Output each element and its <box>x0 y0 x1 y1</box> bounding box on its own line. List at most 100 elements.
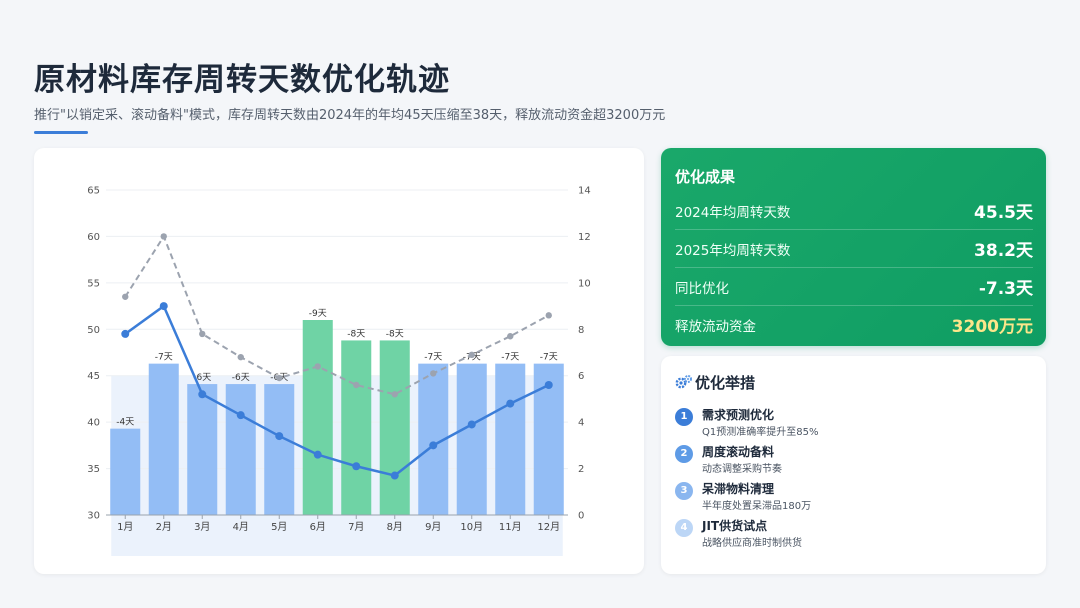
bar-data-label: -4天 <box>116 418 134 428</box>
y-right-tick-label: 2 <box>578 464 584 475</box>
series-point-dashed <box>160 233 167 240</box>
bar <box>302 320 333 515</box>
action-desc: Q1预测准确率提升至85% <box>702 427 819 438</box>
y-right-tick-label: 6 <box>578 371 584 382</box>
series-point-dashed <box>314 363 321 370</box>
bar-data-label: -7天 <box>540 353 558 363</box>
series-point-solid <box>467 420 476 429</box>
series-point-dashed <box>237 353 244 361</box>
y-left-tick-label: 60 <box>87 232 100 243</box>
bar-data-label: -8天 <box>347 329 365 339</box>
x-tick-label: 5月 <box>271 521 287 533</box>
y-left-tick-label: 40 <box>87 418 100 429</box>
x-tick-label: 3月 <box>194 521 210 533</box>
x-tick-label: 8月 <box>387 521 403 533</box>
bar-data-label: -6天 <box>232 373 250 383</box>
bar <box>225 384 256 515</box>
series-point-dashed <box>430 370 437 377</box>
result-row: 释放流动资金 3200万元 <box>675 305 1033 343</box>
result-label: 2025年均周转天数 <box>675 243 791 259</box>
action-name: 需求预测优化 <box>702 408 775 422</box>
series-point-solid <box>544 381 553 389</box>
result-value: 38.2天 <box>974 241 1033 261</box>
result-value: 3200万元 <box>951 317 1033 337</box>
action-item: 3 呆滞物料清理 半年度处置呆滞品180万 <box>675 480 1035 514</box>
series-point-solid <box>352 462 361 471</box>
bar <box>110 428 141 515</box>
result-row: 2024年均周转天数 45.5天 <box>675 191 1033 230</box>
series-point-solid <box>313 450 322 459</box>
bar <box>341 340 372 515</box>
series-point-solid <box>275 432 284 441</box>
y-right-tick-label: 14 <box>578 186 591 197</box>
actions-title: 优化举措 <box>675 372 755 393</box>
y-right-tick-label: 10 <box>578 278 591 289</box>
page-title: 原材料库存周转天数优化轨迹 <box>34 62 450 98</box>
bar <box>187 384 218 515</box>
series-point-solid <box>121 329 130 338</box>
bar-data-label: -7天 <box>424 353 442 363</box>
gear-icon <box>675 375 692 389</box>
result-value: -7.3天 <box>978 279 1033 299</box>
action-number: 4 <box>675 519 693 537</box>
action-name: 呆滞物料清理 <box>702 482 775 496</box>
result-row: 同比优化 -7.3天 <box>675 267 1033 306</box>
series-point-dashed <box>276 374 283 382</box>
bar <box>379 340 410 515</box>
action-desc: 战略供应商准时制供货 <box>702 538 802 549</box>
series-point-dashed <box>545 312 552 319</box>
action-item: 4 JIT供货试点 战略供应商准时制供货 <box>675 517 1035 551</box>
action-desc: 半年度处置呆滞品180万 <box>702 501 812 512</box>
series-point-dashed <box>122 293 129 300</box>
action-desc: 动态调整采购节奏 <box>702 464 782 475</box>
bar <box>456 363 487 515</box>
x-tick-label: 10月 <box>460 521 483 533</box>
page-subtitle: 推行"以销定采、滚动备料"模式，库存周转天数由2024年的年均45天压缩至38天… <box>34 108 666 123</box>
y-right-tick-label: 8 <box>578 325 584 336</box>
y-left-tick-label: 65 <box>87 186 100 197</box>
title-underline <box>34 131 88 134</box>
results-card: 优化成果 2024年均周转天数 45.5天 2025年均周转天数 38.2天 同… <box>661 148 1046 346</box>
bar <box>264 384 295 515</box>
bar-data-label: -9天 <box>309 309 327 319</box>
actions-title-text: 优化举措 <box>695 374 756 392</box>
y-right-tick-label: 0 <box>578 511 584 522</box>
action-item: 2 周度滚动备料 动态调整采购节奏 <box>675 443 1035 477</box>
bar-data-label: -7天 <box>155 353 173 363</box>
x-tick-label: 1月 <box>117 521 133 533</box>
result-label: 同比优化 <box>675 281 729 297</box>
bar <box>495 363 526 515</box>
x-tick-label: 11月 <box>499 521 522 533</box>
series-point-solid <box>390 471 399 480</box>
action-item: 1 需求预测优化 Q1预测准确率提升至85% <box>675 406 1035 440</box>
bar-data-label: -7天 <box>501 353 519 363</box>
y-left-tick-label: 35 <box>87 464 100 475</box>
action-number: 3 <box>675 482 693 500</box>
x-tick-label: 12月 <box>537 521 560 533</box>
results-title: 优化成果 <box>675 168 736 186</box>
x-tick-label: 4月 <box>233 521 249 533</box>
x-tick-label: 7月 <box>348 521 364 533</box>
x-tick-label: 9月 <box>425 521 441 533</box>
action-name: JIT供货试点 <box>702 519 768 533</box>
bar-data-label: -8天 <box>386 329 404 339</box>
action-name: 周度滚动备料 <box>702 445 775 459</box>
series-point-dashed <box>199 330 206 338</box>
y-right-tick-label: 4 <box>578 418 584 429</box>
series-point-dashed <box>353 381 360 389</box>
y-left-tick-label: 55 <box>87 278 100 289</box>
result-value: 45.5天 <box>974 203 1033 223</box>
y-left-tick-label: 50 <box>87 325 100 336</box>
x-tick-label: 6月 <box>310 521 326 533</box>
y-right-tick-label: 12 <box>578 232 591 243</box>
y-left-tick-label: 30 <box>87 511 100 522</box>
series-point-dashed <box>391 391 398 398</box>
action-number: 1 <box>675 408 693 426</box>
chart-card: 30 35 40 45 50 55 60 65 0 2 4 6 8 10 12 14 -4天 -7天 -6天 -6天 -… <box>34 148 644 574</box>
series-point-dashed <box>507 333 514 340</box>
y-left-tick-label: 45 <box>87 371 100 382</box>
actions-card: 优化举措 1 需求预测优化 Q1预测准确率提升至85% 2 周度滚动备料 动态调… <box>661 356 1046 574</box>
series-point-solid <box>159 302 168 311</box>
plot-band <box>111 375 563 556</box>
turnover-chart: 303540455055606502468101214-4天-7天-6天 -6天-… <box>87 186 591 556</box>
